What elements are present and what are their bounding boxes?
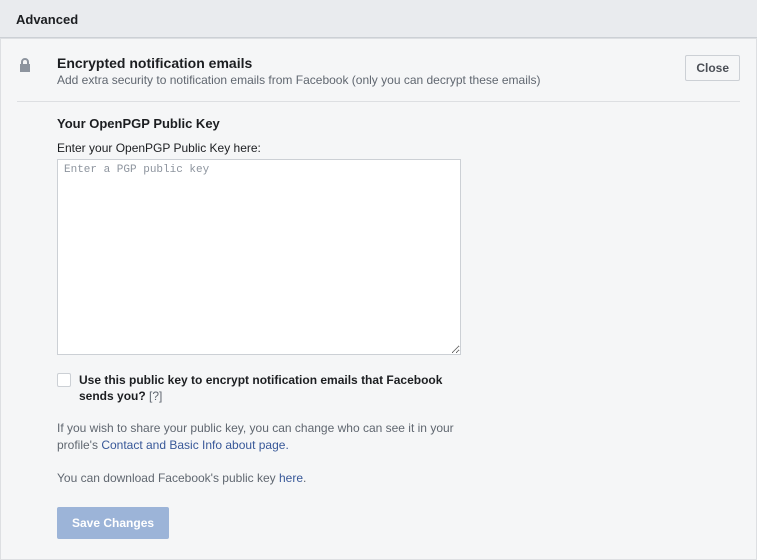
save-changes-button[interactable]: Save Changes — [57, 507, 169, 539]
section-subtitle: Add extra security to notification email… — [57, 73, 675, 87]
encrypt-checkbox[interactable] — [57, 373, 71, 387]
share-paragraph: If you wish to share your public key, yo… — [57, 420, 461, 454]
close-button[interactable]: Close — [685, 55, 740, 81]
download-paragraph: You can download Facebook's public key h… — [57, 470, 461, 487]
pgp-heading: Your OpenPGP Public Key — [57, 116, 605, 131]
pgp-field-label: Enter your OpenPGP Public Key here: — [57, 141, 605, 155]
contact-info-link[interactable]: Contact and Basic Info about page. — [101, 438, 288, 452]
close-button-wrap: Close — [675, 55, 740, 81]
download-key-link[interactable]: here — [279, 471, 303, 485]
panel-content: Your OpenPGP Public Key Enter your OpenP… — [1, 102, 621, 559]
settings-panel: Encrypted notification emails Add extra … — [0, 38, 757, 560]
lock-icon — [17, 57, 33, 73]
section-title: Encrypted notification emails — [57, 55, 675, 71]
page-title: Advanced — [0, 0, 757, 38]
header-text: Encrypted notification emails Add extra … — [57, 55, 675, 87]
panel-header: Encrypted notification emails Add extra … — [1, 39, 756, 101]
checkbox-label-text: Use this public key to encrypt notificat… — [79, 373, 442, 403]
encrypt-checkbox-label: Use this public key to encrypt notificat… — [79, 372, 461, 404]
download-text-suffix: . — [303, 471, 306, 485]
encrypt-checkbox-row: Use this public key to encrypt notificat… — [57, 372, 461, 404]
pgp-textarea[interactable] — [57, 159, 461, 355]
download-text-prefix: You can download Facebook's public key — [57, 471, 279, 485]
help-icon[interactable]: [?] — [149, 389, 162, 403]
lock-icon-col — [17, 55, 57, 73]
